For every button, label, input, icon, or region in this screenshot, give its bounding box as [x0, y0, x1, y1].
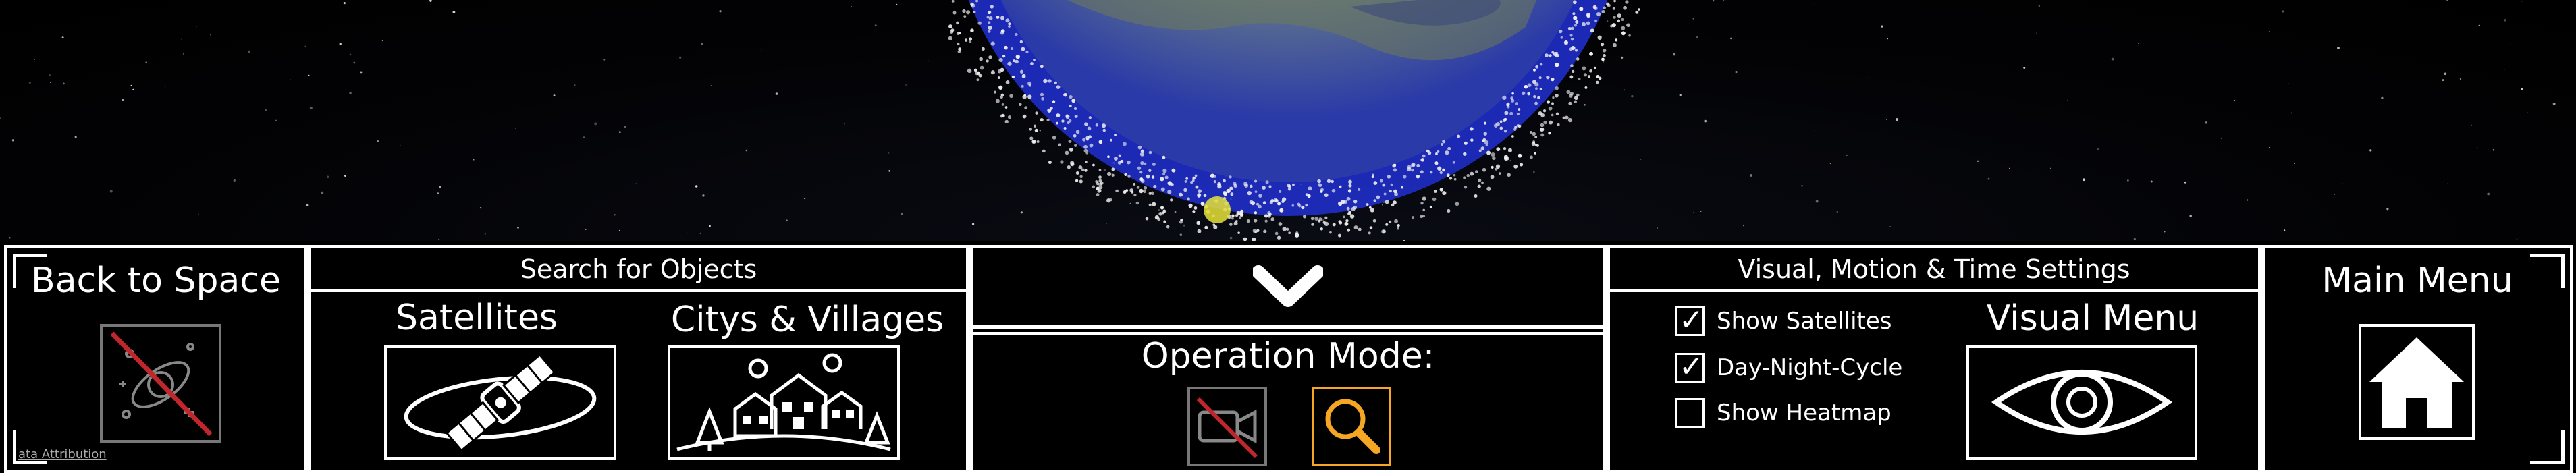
divider [1610, 289, 2258, 292]
back-to-space-title: Back to Space [31, 260, 281, 301]
bottom-hud: Back to Space ata Attribution Search for… [0, 241, 2576, 473]
main-menu-title: Main Menu [2322, 260, 2513, 301]
visual-menu-button[interactable] [1966, 345, 2197, 460]
divider [973, 325, 1603, 329]
day-night-cycle-toggle[interactable]: Day-Night-Cycle [1675, 350, 1903, 384]
checkbox-day-night-cycle[interactable] [1675, 350, 1705, 384]
settings-title: Visual, Motion & Time Settings [1738, 254, 2130, 284]
magnifier-icon [1325, 399, 1380, 454]
satellites-label: Satellites [395, 298, 558, 338]
divider [973, 332, 1603, 335]
main-menu-button[interactable] [2359, 324, 2475, 440]
back-to-space-panel[interactable]: Back to Space ata Attribution [4, 245, 308, 473]
home-icon [2369, 337, 2464, 428]
selected-object-marker [1204, 196, 1231, 223]
visual-menu-label: Visual Menu [1986, 298, 2199, 339]
search-cities-button[interactable] [668, 345, 900, 460]
cities-label: Citys & Villages [670, 300, 944, 340]
eye-icon [1991, 370, 2173, 435]
back-to-space-button[interactable] [100, 324, 221, 443]
data-attribution-link[interactable]: ata Attribution [18, 447, 107, 462]
checkbox-label: Day-Night-Cycle [1717, 354, 1903, 381]
divider [311, 289, 966, 292]
collapse-hud-button[interactable] [973, 248, 1603, 325]
camera-mode-button[interactable] [1187, 387, 1267, 466]
corner-bracket [2530, 430, 2565, 464]
search-satellites-button[interactable] [384, 345, 616, 460]
camera-off-icon [1196, 397, 1258, 459]
space-viewport[interactable] [0, 0, 2576, 243]
operation-mode-label: Operation Mode: [1141, 336, 1435, 377]
chevron-down-icon [1253, 265, 1323, 307]
settings-panel: Visual, Motion & Time Settings Show Sate… [1607, 245, 2261, 473]
checkbox-label: Show Heatmap [1717, 399, 1891, 426]
show-heatmap-toggle[interactable]: Show Heatmap [1675, 398, 1891, 428]
main-menu-panel[interactable]: Main Menu [2261, 245, 2573, 473]
search-panel: Search for Objects Satellites Citys & Vi… [308, 245, 969, 473]
galaxy-crossed-icon [110, 331, 213, 437]
search-title: Search for Objects [520, 254, 757, 284]
earth-globe [0, 0, 2556, 243]
village-icon [676, 353, 891, 451]
satellite-icon [404, 353, 597, 452]
show-satellites-toggle[interactable]: Show Satellites [1675, 303, 1892, 337]
checkbox-show-satellites[interactable] [1675, 303, 1705, 337]
search-mode-button[interactable] [1312, 387, 1391, 466]
checkbox-label: Show Satellites [1717, 308, 1892, 335]
operation-panel: Operation Mode: [969, 245, 1607, 473]
checkbox-show-heatmap[interactable] [1675, 398, 1705, 428]
